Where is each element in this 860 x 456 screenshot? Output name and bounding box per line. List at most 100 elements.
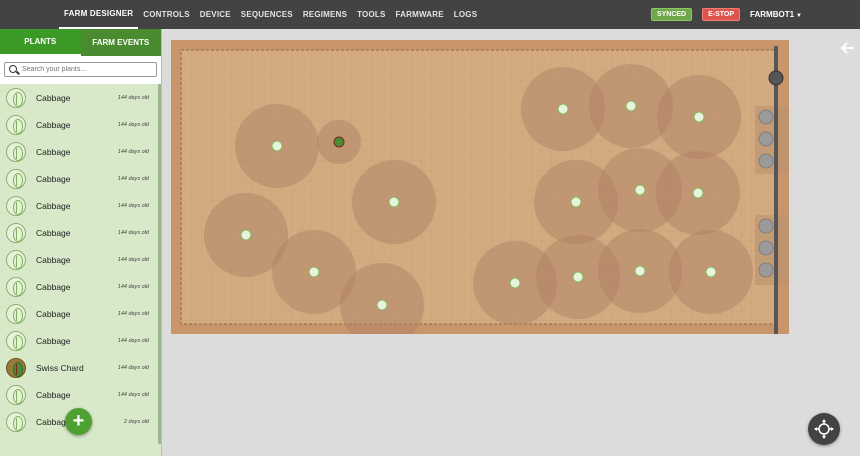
cabbage-icon[interactable] (625, 100, 637, 112)
list-item[interactable]: Cabbage 144 days old (0, 381, 161, 408)
plant-age: 144 days old (117, 229, 149, 236)
list-item[interactable]: Cabbage 144 days old (0, 111, 161, 138)
bot-head-icon[interactable] (768, 70, 784, 86)
cabbage-icon[interactable] (634, 265, 646, 277)
cabbage-icon[interactable] (692, 187, 704, 199)
cabbage-icon[interactable] (509, 277, 521, 289)
plant-name: Cabbage (36, 200, 71, 211)
cabbage-icon[interactable] (572, 271, 584, 283)
plant-age: 144 days old (117, 337, 149, 344)
cabbage-icon[interactable] (388, 196, 400, 208)
plus-icon: + (72, 410, 85, 432)
cabbage-icon (6, 168, 26, 189)
search-input[interactable] (22, 64, 157, 75)
gantry (774, 46, 778, 334)
move-crosshair-icon (814, 419, 834, 439)
list-item[interactable]: Cabbage 144 days old (0, 84, 161, 111)
plant-age: 144 days old (117, 256, 149, 263)
cabbage-icon[interactable] (634, 184, 646, 196)
plants-panel: PLANTS FARM EVENTS Cabbage 144 days old C… (0, 29, 162, 456)
cabbage-icon (6, 87, 26, 108)
plant-name: Cabbage (36, 335, 71, 346)
plant-list: Cabbage 144 days old Cabbage 144 days old … (0, 84, 161, 456)
cabbage-icon (6, 249, 26, 270)
tool-slot[interactable] (758, 109, 774, 125)
tab-farm-events[interactable]: FARM EVENTS (81, 29, 162, 56)
plant-name: Cabbage (36, 227, 71, 238)
cabbage-icon (6, 114, 26, 135)
tool-slot[interactable] (758, 262, 774, 278)
nav-farmware[interactable]: FARMWARE (391, 0, 449, 29)
search-icon (9, 65, 17, 73)
plant-name: Cabbage (36, 281, 71, 292)
plant-name: Cabbage (36, 389, 71, 400)
plant-age: 144 days old (117, 364, 149, 371)
cabbage-icon[interactable] (557, 103, 569, 115)
search-box (4, 62, 157, 77)
plant-age: 144 days old (117, 310, 149, 317)
nav-links: FARM DESIGNER CONTROLS DEVICE SEQUENCES … (0, 0, 482, 29)
plant-age: 144 days old (117, 391, 149, 398)
list-item[interactable]: Swiss Chard 144 days old (0, 354, 161, 381)
list-item[interactable]: Cabbage 144 days old (0, 219, 161, 246)
nav-logs[interactable]: LOGS (449, 0, 482, 29)
plant-age: 144 days old (117, 175, 149, 182)
nav-device[interactable]: DEVICE (195, 0, 236, 29)
cabbage-icon (6, 303, 26, 324)
tool-slot[interactable] (758, 218, 774, 234)
plant-name: Cabbage (36, 146, 71, 157)
sync-status-button[interactable]: SYNCED (650, 8, 693, 21)
garden-map[interactable] (171, 40, 789, 334)
cabbage-icon (6, 330, 26, 351)
cabbage-icon[interactable] (693, 111, 705, 123)
add-plant-button[interactable]: + (65, 408, 92, 435)
plant-age: 144 days old (117, 202, 149, 209)
cabbage-icon[interactable] (376, 299, 388, 311)
swiss-chard-icon (6, 357, 26, 378)
caret-down-icon: ▼ (796, 13, 802, 19)
list-item[interactable]: Cabbage 144 days old (0, 300, 161, 327)
list-item[interactable]: Cabbage 144 days old (0, 138, 161, 165)
plant-age: 144 days old (117, 283, 149, 290)
device-menu[interactable]: FARMBOT1 ▼ (750, 10, 802, 19)
nav-farm-designer[interactable]: FARM DESIGNER (59, 0, 139, 29)
plant-age: 144 days old (117, 148, 149, 155)
list-item[interactable]: Cabbage 144 days old (0, 192, 161, 219)
nav-controls[interactable]: CONTROLS (138, 0, 195, 29)
list-scrollbar[interactable] (158, 84, 161, 444)
plant-age: 144 days old (117, 94, 149, 101)
plant-age: 2 days old (123, 418, 149, 425)
list-item[interactable]: Cabbage 144 days old (0, 273, 161, 300)
cabbage-icon (6, 411, 26, 432)
list-item[interactable]: Cabbage 144 days old (0, 246, 161, 273)
cabbage-icon[interactable] (240, 229, 252, 241)
tab-plants[interactable]: PLANTS (0, 29, 81, 56)
cabbage-icon (6, 222, 26, 243)
move-to-button[interactable] (808, 413, 840, 445)
search-wrap (0, 56, 161, 81)
list-item[interactable]: Cabbage 144 days old (0, 327, 161, 354)
top-nav: FARM DESIGNER CONTROLS DEVICE SEQUENCES … (0, 0, 860, 29)
swiss-chard-icon[interactable] (333, 136, 345, 148)
cabbage-icon[interactable] (705, 266, 717, 278)
cabbage-icon (6, 195, 26, 216)
tool-slot[interactable] (758, 131, 774, 147)
list-item[interactable]: Cabbage 144 days old (0, 165, 161, 192)
cabbage-icon[interactable] (271, 140, 283, 152)
plant-name: Cabbage (36, 173, 71, 184)
tool-slot[interactable] (758, 153, 774, 169)
plant-name: Cabbage (36, 92, 71, 103)
cabbage-icon[interactable] (308, 266, 320, 278)
nav-sequences[interactable]: SEQUENCES (236, 0, 298, 29)
plant-age: 144 days old (117, 121, 149, 128)
cabbage-icon (6, 276, 26, 297)
nav-regimens[interactable]: REGIMENS (298, 0, 352, 29)
tool-slot[interactable] (758, 240, 774, 256)
nav-tools[interactable]: TOOLS (352, 0, 390, 29)
plant-name: Cabbage (36, 308, 71, 319)
cabbage-icon (6, 384, 26, 405)
cabbage-icon (6, 141, 26, 162)
cabbage-icon[interactable] (570, 196, 582, 208)
estop-button[interactable]: E-STOP (702, 8, 741, 21)
back-arrow-icon[interactable] (840, 40, 856, 56)
